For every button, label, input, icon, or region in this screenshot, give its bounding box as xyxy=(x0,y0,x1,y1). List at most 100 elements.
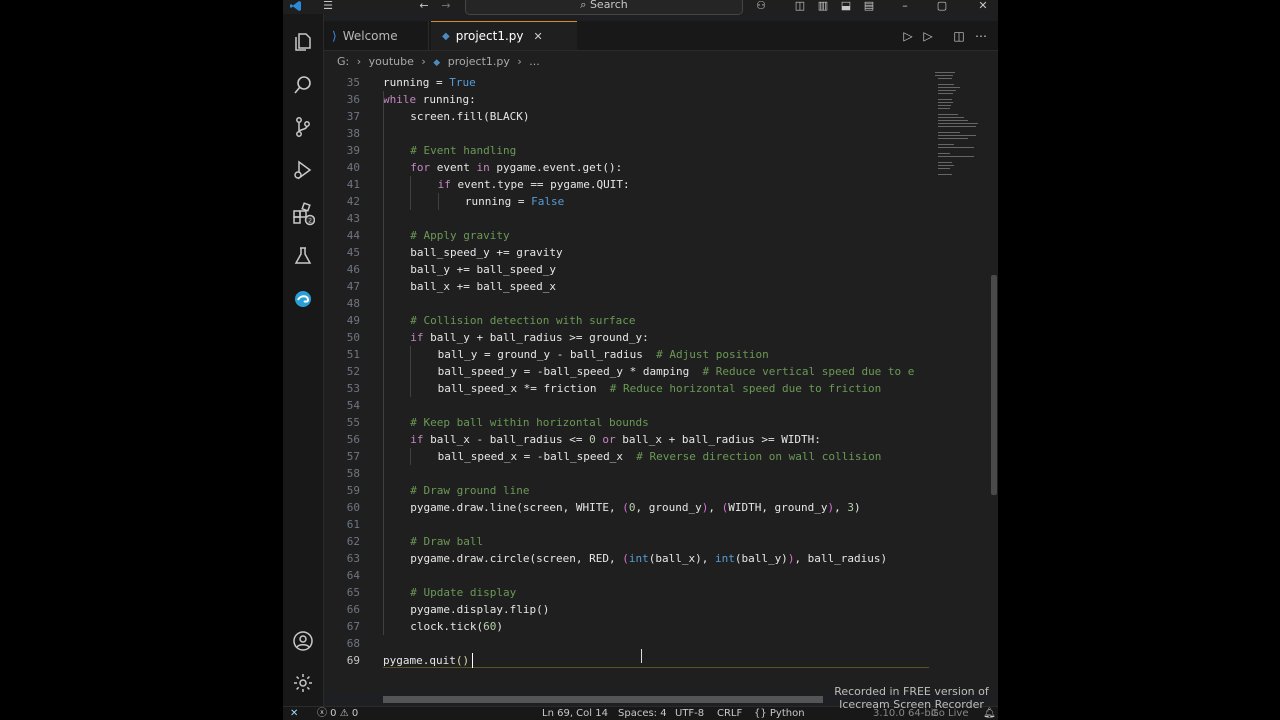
copilot-icon[interactable]: ⚇ xyxy=(753,0,769,12)
split-editor-icon[interactable]: ◫ xyxy=(951,28,967,44)
code-editor[interactable]: 35 running = True 36 while running: 37 screen… xyxy=(324,72,998,692)
menu-icon[interactable]: ☰ xyxy=(321,0,335,12)
line-number: 61 xyxy=(346,518,360,531)
svg-text:2: 2 xyxy=(308,218,312,225)
minimap-line xyxy=(935,72,955,73)
cursor-position[interactable]: Ln 69, Col 14 xyxy=(542,707,608,720)
minimize-icon[interactable]: – xyxy=(898,0,912,12)
more-actions-icon[interactable]: ⋯ xyxy=(973,28,989,44)
back-arrow-icon[interactable]: ← xyxy=(417,0,431,12)
eol-setting[interactable]: CRLF xyxy=(717,707,742,720)
testing-flask-icon[interactable] xyxy=(288,241,318,271)
line-number: 37 xyxy=(346,110,360,123)
code-line[interactable]: ball_x += ball_speed_x xyxy=(410,278,556,295)
language-mode[interactable]: {} Python xyxy=(754,707,805,720)
code-line[interactable]: if event.type == pygame.QUIT: xyxy=(438,176,630,193)
activity-bar: 2 xyxy=(283,14,324,706)
horizontal-scrollbar[interactable] xyxy=(383,696,823,703)
code-line[interactable]: # Apply gravity xyxy=(410,227,509,244)
breadcrumb-drive[interactable]: G: xyxy=(337,55,349,68)
chevron-right-icon: › xyxy=(421,55,426,68)
remote-indicator[interactable]: ✕ xyxy=(290,707,298,720)
code-line[interactable]: ball_speed_y += gravity xyxy=(410,244,562,261)
command-center-search[interactable]: ⌕ Search xyxy=(465,0,743,15)
breadcrumb-symbol[interactable]: ... xyxy=(529,55,540,68)
code-line[interactable]: if ball_y + ball_radius >= ground_y: xyxy=(410,329,648,346)
code-line[interactable]: clock.tick(60) xyxy=(410,618,503,635)
explorer-icon[interactable] xyxy=(288,27,318,57)
code-line[interactable]: pygame.display.flip() xyxy=(410,601,549,618)
line-number: 47 xyxy=(346,280,360,293)
line-number: 36 xyxy=(346,93,360,106)
maximize-icon[interactable]: ▢ xyxy=(935,0,949,12)
code-line[interactable]: # Draw ground line xyxy=(410,482,529,499)
problems-indicator[interactable]: ⓧ 0 ⚠ 0 xyxy=(317,707,358,720)
code-line[interactable]: # Collision detection with surface xyxy=(410,312,635,329)
edge-browser-icon[interactable] xyxy=(288,284,318,314)
run-debug-icon[interactable] xyxy=(288,155,318,185)
forward-arrow-icon[interactable]: → xyxy=(439,0,453,12)
code-line[interactable]: while running: xyxy=(383,91,476,108)
layout-sidebar-icon[interactable]: ◫ xyxy=(793,0,807,12)
code-line[interactable]: # Event handling xyxy=(410,142,516,159)
manage-gear-icon[interactable] xyxy=(288,668,318,698)
code-line[interactable]: ball_speed_y = -ball_speed_y * damping #… xyxy=(438,363,915,380)
line-number: 52 xyxy=(346,365,360,378)
encoding-setting[interactable]: UTF-8 xyxy=(675,707,704,720)
code-line[interactable]: for event in pygame.event.get(): xyxy=(410,159,622,176)
run-debug-dropdown-icon[interactable]: ▷ xyxy=(920,28,936,44)
line-number: 59 xyxy=(346,484,360,497)
indent-guide xyxy=(410,448,412,465)
search-icon[interactable] xyxy=(288,70,318,100)
minimap-line xyxy=(938,120,968,121)
tab-welcome[interactable]: ⟩ Welcome xyxy=(324,21,429,50)
code-line[interactable]: ball_speed_x *= friction # Reduce horizo… xyxy=(438,380,882,397)
line-number: 39 xyxy=(346,144,360,157)
code-line[interactable]: pygame.quit() xyxy=(383,652,469,669)
layout-bottom-icon[interactable]: ⬓ xyxy=(839,0,853,12)
code-line[interactable]: ball_y += ball_speed_y xyxy=(410,261,556,278)
code-line[interactable]: pygame.draw.circle(screen, RED, (int(bal… xyxy=(410,550,887,567)
code-line[interactable]: if ball_x - ball_radius <= 0 or ball_x +… xyxy=(410,431,821,448)
indentation-setting[interactable]: Spaces: 4 xyxy=(618,707,667,720)
minimap-line xyxy=(935,75,953,76)
run-python-file-icon[interactable]: ▷ xyxy=(900,28,916,44)
title-bar: ☰ ← → ⌕ Search ⚇ ◫ ▥ ⬓ ▤ – ▢ ✕ xyxy=(283,0,998,15)
line-number: 65 xyxy=(346,586,360,599)
line-number: 50 xyxy=(346,331,360,344)
indent-guide xyxy=(383,91,384,635)
code-line[interactable]: # Keep ball within horizontal bounds xyxy=(410,414,648,431)
vertical-scrollbar[interactable] xyxy=(991,275,997,495)
extensions-icon[interactable]: 2 xyxy=(288,199,318,229)
editor-tab-bar: ⟩ Welcome ◆ project1.py ✕ ▷ ▷ ◫ ⋯ xyxy=(324,21,998,51)
code-line[interactable]: running = False xyxy=(465,193,564,210)
tab-project1-py[interactable]: ◆ project1.py ✕ xyxy=(431,21,577,50)
line-number: 58 xyxy=(346,467,360,480)
layout-panel-icon[interactable]: ▥ xyxy=(816,0,830,12)
breadcrumb-folder[interactable]: youtube xyxy=(369,55,414,68)
account-icon[interactable] xyxy=(288,626,318,656)
code-line[interactable]: # Update display xyxy=(410,584,516,601)
line-number: 44 xyxy=(346,229,360,242)
code-line[interactable]: ball_speed_x = -ball_speed_x # Reverse d… xyxy=(438,448,882,465)
minimap-line xyxy=(938,123,978,124)
close-window-icon[interactable]: ✕ xyxy=(976,0,990,12)
layout-secondary-icon[interactable]: ▤ xyxy=(862,0,876,12)
minimap-line xyxy=(938,102,953,103)
minimap-line xyxy=(938,78,952,79)
code-line[interactable]: # Draw ball xyxy=(410,533,483,550)
minimap[interactable] xyxy=(935,72,985,182)
line-number: 48 xyxy=(346,297,360,310)
code-line[interactable]: pygame.draw.line(screen, WHITE, (0, grou… xyxy=(410,499,860,516)
close-tab-icon[interactable]: ✕ xyxy=(534,30,543,43)
breadcrumb-file[interactable]: project1.py xyxy=(448,55,510,68)
line-number: 49 xyxy=(346,314,360,327)
line-number: 51 xyxy=(346,348,360,361)
minimap-line xyxy=(938,108,950,109)
line-number: 60 xyxy=(346,501,360,514)
vscode-welcome-icon: ⟩ xyxy=(332,28,337,43)
code-line[interactable]: screen.fill(BLACK) xyxy=(410,108,529,125)
code-line[interactable]: ball_y = ground_y - ball_radius # Adjust… xyxy=(438,346,769,363)
code-line[interactable]: running = True xyxy=(383,74,476,91)
source-control-icon[interactable] xyxy=(288,112,318,142)
